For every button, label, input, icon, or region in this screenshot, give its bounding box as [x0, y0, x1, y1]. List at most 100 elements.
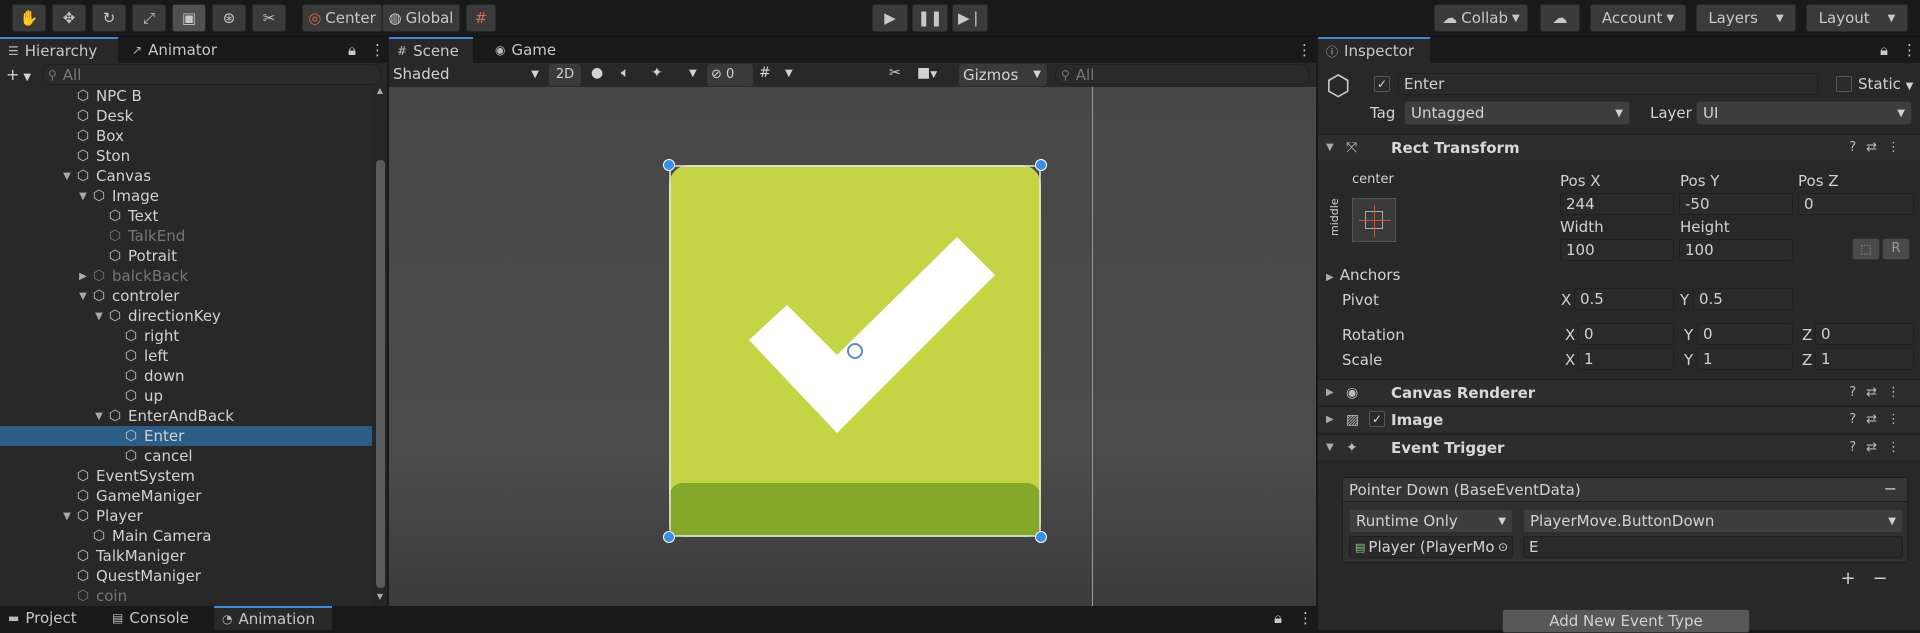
hierarchy-scrollbar[interactable]: ▲ ▼ — [373, 86, 387, 606]
static-label[interactable]: Static ▼ — [1858, 75, 1913, 93]
hierarchy-search-input[interactable]: ⚲ All — [42, 64, 382, 85]
hierarchy-item[interactable]: ⬡ Potrait — [0, 246, 372, 266]
scroll-up-icon[interactable]: ▲ — [373, 86, 387, 100]
hierarchy-item[interactable]: ⬡ Enter — [0, 426, 372, 446]
hierarchy-item[interactable]: ⬡ Box — [0, 126, 372, 146]
foldout-open-icon[interactable]: ▼ — [92, 311, 106, 322]
hierarchy-item[interactable]: ⬡ TalkManiger — [0, 546, 372, 566]
pos-x-field[interactable]: 244 — [1560, 193, 1674, 215]
foldout-open-icon[interactable]: ▼ — [76, 291, 90, 302]
chevron-down-icon[interactable]: ▼ — [689, 68, 697, 79]
kebab-menu-icon[interactable]: ⋮ — [362, 37, 385, 63]
component-actions[interactable]: ?⇄⋮ — [1849, 440, 1910, 455]
mode-2d-toggle[interactable]: 2D — [549, 64, 581, 86]
anchors-foldout[interactable]: ▶ Anchors — [1326, 266, 1400, 284]
foldout-open-icon[interactable]: ▼ — [76, 191, 90, 202]
pos-y-field[interactable]: -50 — [1679, 193, 1793, 215]
kebab-menu-icon[interactable]: ⋮ — [1894, 37, 1917, 63]
create-add-button[interactable]: + ▼ — [6, 65, 38, 85]
tab-game[interactable]: ◉ Game — [487, 37, 567, 63]
rotation-x-field[interactable]: 0 — [1578, 323, 1674, 345]
image-component-header[interactable]: ▶ ▨ ✓ Image ?⇄⋮ — [1318, 406, 1920, 432]
tab-scene[interactable]: # Scene — [389, 37, 473, 63]
hierarchy-item[interactable]: ▼ ⬡ directionKey — [0, 306, 372, 326]
hierarchy-item[interactable]: ⬡ cancel — [0, 446, 372, 466]
chevron-down-icon[interactable]: ▼ — [785, 68, 793, 79]
width-field[interactable]: 100 — [1560, 239, 1674, 261]
custom-tool-icon[interactable]: ✂ — [252, 4, 286, 32]
global-button[interactable]: ◍ Global — [382, 4, 460, 32]
foldout-closed-icon[interactable]: ▶ — [1326, 387, 1334, 398]
rect-handle-bottom-left[interactable] — [663, 531, 675, 543]
component-actions[interactable]: ?⇄⋮ — [1849, 140, 1910, 155]
static-checkbox[interactable] — [1836, 76, 1852, 92]
hierarchy-item[interactable]: ▼ ⬡ Image — [0, 186, 372, 206]
runtime-mode-dropdown[interactable]: Runtime Only ▼ — [1349, 509, 1513, 533]
tab-project[interactable]: ▬ Project — [0, 606, 104, 630]
rect-handle-top-right[interactable] — [1035, 159, 1047, 171]
foldout-closed-icon[interactable]: ▶ — [1326, 414, 1334, 425]
layout-dropdown[interactable]: Layout ▼ — [1806, 4, 1908, 32]
hierarchy-item[interactable]: ⬡ Text — [0, 206, 372, 226]
scroll-down-icon[interactable]: ▼ — [373, 592, 387, 606]
step-button[interactable]: ▶❘ — [952, 4, 988, 32]
pivot-center-button[interactable]: ◎ Center — [302, 4, 382, 32]
hierarchy-item[interactable]: ⬡ left — [0, 346, 372, 366]
hierarchy-item[interactable]: ⬡ NPC B — [0, 86, 372, 106]
component-actions[interactable]: ?⇄⋮ — [1849, 385, 1910, 400]
scale-x-field[interactable]: 1 — [1578, 348, 1674, 370]
rect-handle-top-left[interactable] — [663, 159, 675, 171]
foldout-open-icon[interactable]: ▼ — [1326, 142, 1334, 153]
rotation-y-field[interactable]: 0 — [1697, 323, 1793, 345]
shading-mode-dropdown[interactable]: Shaded ▼ — [393, 65, 543, 85]
pause-button[interactable]: ❚❚ — [912, 4, 948, 32]
pivot-x-field[interactable]: 0.5 — [1574, 288, 1674, 310]
layers-dropdown[interactable]: Layers ▼ — [1696, 4, 1796, 32]
hierarchy-item[interactable]: ⬡ Main Camera — [0, 526, 372, 546]
tag-dropdown[interactable]: Untagged ▼ — [1404, 101, 1630, 125]
hierarchy-item[interactable]: ⬡ Ston — [0, 146, 372, 166]
hierarchy-item[interactable]: ⬡ Desk — [0, 106, 372, 126]
effects-icon[interactable]: ✦ — [651, 65, 663, 81]
tab-hierarchy[interactable]: ☰ Hierarchy — [0, 37, 118, 63]
hierarchy-item[interactable]: ⬡ right — [0, 326, 372, 346]
function-dropdown[interactable]: PlayerMove.ButtonDown ▼ — [1523, 509, 1903, 533]
hierarchy-item[interactable]: ⬡ EventSystem — [0, 466, 372, 486]
foldout-open-icon[interactable]: ▼ — [60, 511, 74, 522]
camera-icon[interactable]: ■▼ — [917, 65, 937, 81]
tab-animation[interactable]: ◔ Animation — [214, 606, 332, 630]
lock-icon[interactable]: 🔒︎ — [1266, 606, 1286, 630]
target-object-field[interactable]: ▤ Player (PlayerMo ⊙ — [1349, 536, 1513, 558]
hand-tool-icon[interactable]: ✋ — [12, 4, 46, 32]
hierarchy-item[interactable]: ▼ ⬡ EnterAndBack — [0, 406, 372, 426]
scale-tool-icon[interactable]: ⤢ — [132, 4, 166, 32]
lock-icon[interactable]: 🔒︎ — [1872, 37, 1892, 63]
lock-icon[interactable]: 🔒︎ — [340, 37, 360, 63]
rect-handle-bottom-right[interactable] — [1035, 531, 1047, 543]
add-new-event-type-button[interactable]: Add New Event Type — [1502, 609, 1750, 633]
hierarchy-item[interactable]: ▶ ⬡ balckBack — [0, 266, 372, 286]
kebab-menu-icon[interactable]: ⋮ — [1290, 606, 1313, 630]
add-listener-button[interactable]: + — [1834, 568, 1862, 590]
scrollbar-thumb[interactable] — [376, 160, 385, 588]
scale-y-field[interactable]: 1 — [1697, 348, 1793, 370]
hierarchy-item[interactable]: ⬡ up — [0, 386, 372, 406]
hierarchy-item[interactable]: ⬡ down — [0, 366, 372, 386]
remove-listener-button[interactable]: − — [1866, 568, 1894, 590]
lighting-icon[interactable]: ● — [591, 65, 603, 81]
rect-tool-icon[interactable]: ▣ — [172, 4, 206, 32]
transform-tool-icon[interactable]: ⊛ — [212, 4, 246, 32]
hierarchy-item[interactable]: ⬡ GameManiger — [0, 486, 372, 506]
cloud-services-button[interactable]: ☁ — [1540, 4, 1580, 32]
foldout-open-icon[interactable]: ▼ — [92, 411, 106, 422]
tab-console[interactable]: ▤ Console — [104, 606, 208, 630]
object-name-field[interactable]: Enter — [1398, 73, 1818, 95]
hierarchy-item[interactable]: ▼ ⬡ controler — [0, 286, 372, 306]
object-picker-icon[interactable]: ⊙ — [1498, 540, 1508, 554]
pos-z-field[interactable]: 0 — [1798, 193, 1914, 215]
argument-field[interactable]: E — [1523, 536, 1903, 558]
hierarchy-item[interactable]: ⬡ QuestManiger — [0, 566, 372, 586]
move-tool-icon[interactable]: ✥ — [52, 4, 86, 32]
account-dropdown[interactable]: Account ▼ — [1590, 4, 1686, 32]
rect-transform-header[interactable]: ▼ ⤧ Rect Transform ?⇄⋮ — [1318, 134, 1920, 160]
